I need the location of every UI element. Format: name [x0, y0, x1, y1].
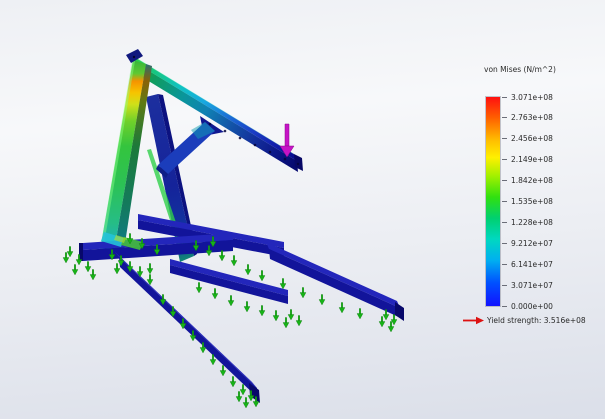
- legend-tick-labels: 3.071e+08 2.763e+08 2.456e+08 2.149e+08 1.84…: [502, 93, 597, 311]
- fixture-arrow-icon: [299, 287, 307, 299]
- fixture-arrow-icon: [287, 309, 295, 321]
- fixture-arrow-icon: [338, 302, 346, 314]
- fixture-arrows: [62, 233, 398, 409]
- yield-arrow-icon: [463, 316, 484, 325]
- fixture-arrow-icon: [195, 282, 203, 294]
- fixture-arrow-icon: [230, 255, 238, 267]
- legend-tick-label: 2.763e+08: [502, 113, 553, 122]
- fixture-arrow-icon: [66, 246, 74, 258]
- legend-tick-label: 2.149e+08: [502, 155, 553, 164]
- fixture-arrow-icon: [62, 252, 70, 264]
- fixture-arrow-icon: [219, 365, 227, 377]
- fixture-arrow-icon: [272, 310, 280, 322]
- legend-title: von Mises (N/m^2): [484, 65, 556, 74]
- base-frame[interactable]: [79, 214, 404, 403]
- fixture-arrow-icon: [84, 261, 92, 273]
- fixture-arrow-icon: [113, 263, 121, 275]
- fixture-arrow-icon: [242, 397, 250, 409]
- fixture-arrow-icon: [146, 263, 154, 275]
- fixture-arrow-icon: [227, 295, 235, 307]
- yield-strength-annotation: Yield strength: 3.516e+08: [463, 316, 586, 325]
- legend-tick-label: 1.228e+08: [502, 218, 553, 227]
- yield-strength-label: Yield strength: 3.516e+08: [487, 316, 586, 325]
- fixture-arrow-icon: [218, 250, 226, 262]
- legend-tick-label: 2.456e+08: [502, 134, 553, 143]
- fixture-arrow-icon: [282, 317, 290, 329]
- fixture-arrow-icon: [235, 391, 243, 403]
- fixture-arrow-icon: [378, 316, 386, 328]
- legend-tick-label: 1.842e+08: [502, 176, 553, 185]
- fixture-arrow-icon: [295, 315, 303, 327]
- legend-tick-label: 6.141e+07: [502, 260, 553, 269]
- legend-tick-label: 1.535e+08: [502, 197, 553, 206]
- legend-tick-label: 0.000e+00: [502, 302, 553, 311]
- fixture-arrow-icon: [71, 264, 79, 276]
- fixture-arrow-icon: [356, 308, 364, 320]
- fixture-arrow-icon: [243, 301, 251, 313]
- fixture-arrow-icon: [239, 384, 247, 396]
- fixture-arrow-icon: [89, 269, 97, 281]
- legend-color-bar: [485, 96, 501, 307]
- fixture-arrow-icon: [211, 288, 219, 300]
- fixture-arrow-icon: [258, 305, 266, 317]
- legend-tick-label: 3.071e+07: [502, 281, 553, 290]
- fixture-arrow-icon: [258, 270, 266, 282]
- fixture-arrow-icon: [279, 278, 287, 290]
- simulation-viewport[interactable]: von Mises (N/m^2) 3.071e+08 2.763e+08 2.45…: [0, 0, 605, 419]
- fixture-arrow-icon: [244, 264, 252, 276]
- fixture-arrow-icon: [229, 376, 237, 388]
- legend-tick-label: 9.212e+07: [502, 239, 553, 248]
- legend-tick-label: 3.071e+08: [502, 93, 553, 102]
- stress-legend: von Mises (N/m^2) 3.071e+08 2.763e+08 2.45…: [455, 60, 600, 345]
- fixture-arrow-icon: [318, 294, 326, 306]
